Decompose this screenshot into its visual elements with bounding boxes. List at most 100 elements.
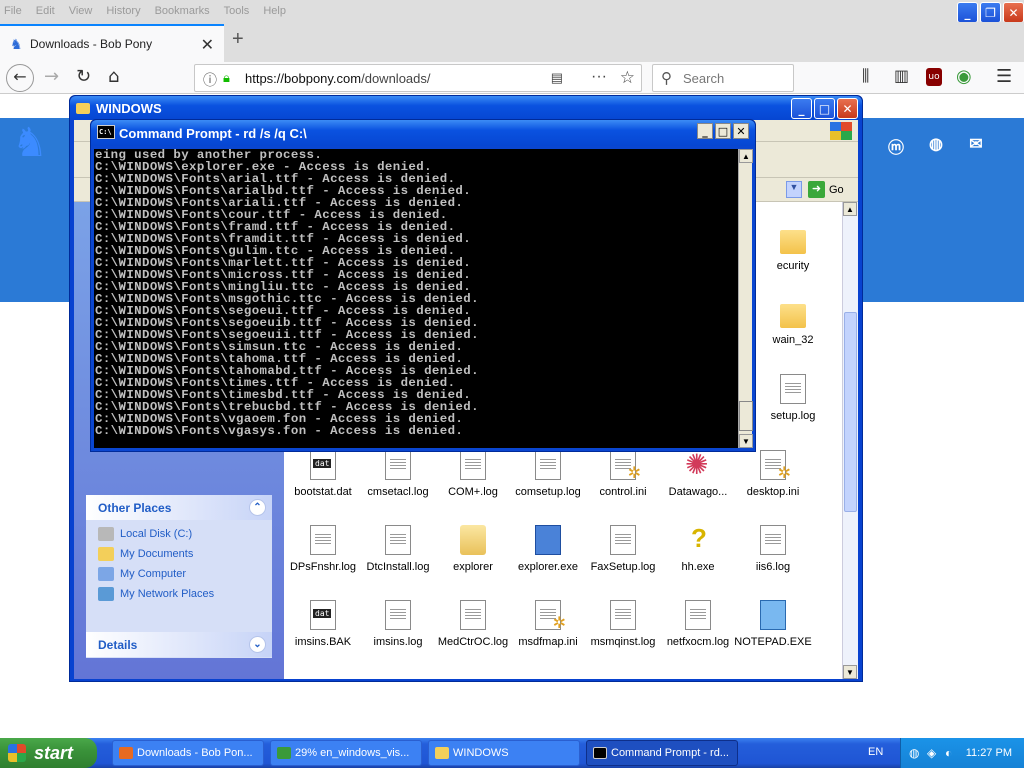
file-item[interactable]: iis6.log bbox=[734, 525, 812, 573]
file-item[interactable]: FaxSetup.log bbox=[584, 525, 662, 573]
search-input[interactable]: ⚲ Search bbox=[652, 64, 794, 92]
forward-icon[interactable]: → bbox=[44, 66, 59, 87]
console-scroll-thumb[interactable] bbox=[739, 401, 753, 431]
file-item[interactable]: explorer.exe bbox=[509, 525, 587, 573]
tab-close-icon[interactable]: ✕ bbox=[201, 35, 214, 55]
file-item[interactable]: msmqinst.log bbox=[584, 600, 662, 648]
scroll-thumb[interactable] bbox=[844, 312, 857, 512]
menu-tools[interactable]: Tools bbox=[224, 5, 250, 17]
go-button[interactable]: ➜ Go bbox=[808, 181, 844, 198]
address-dropdown-icon[interactable]: ▼ bbox=[786, 181, 802, 198]
menu-help[interactable]: Help bbox=[263, 5, 286, 17]
place-my-network[interactable]: My Network Places bbox=[86, 584, 272, 604]
console-scroll-down-icon[interactable]: ▼ bbox=[739, 434, 753, 448]
file-item[interactable]: msdfmap.ini bbox=[509, 600, 587, 648]
place-my-computer[interactable]: My Computer bbox=[86, 564, 272, 584]
file-item[interactable]: ecurity bbox=[754, 226, 832, 272]
file-item[interactable]: cmsetacl.log bbox=[359, 450, 437, 498]
file-item[interactable]: DPsFnshr.log bbox=[284, 525, 362, 573]
menu-file[interactable]: File bbox=[4, 5, 22, 17]
network-tray-icon[interactable]: ◍ bbox=[909, 746, 919, 760]
bookmark-star-icon[interactable]: ☆ bbox=[620, 68, 635, 88]
file-item[interactable]: setup.log bbox=[754, 374, 832, 422]
reader-view-icon[interactable]: ▤ bbox=[551, 70, 563, 86]
task-firefox[interactable]: Downloads - Bob Pon... bbox=[112, 740, 264, 766]
scroll-up-icon[interactable]: ▲ bbox=[843, 202, 857, 216]
library-icon[interactable]: ⫼ bbox=[862, 66, 869, 86]
explorer-titlebar[interactable]: WINDOWS bbox=[70, 96, 862, 120]
file-label: explorer.exe bbox=[518, 561, 578, 573]
other-places-header[interactable]: Other Places ⌃ bbox=[86, 495, 272, 520]
task-explorer[interactable]: WINDOWS bbox=[428, 740, 580, 766]
console-scrollbar[interactable]: ▲ ▼ bbox=[738, 149, 753, 448]
extension-globe-icon[interactable]: ◉ bbox=[956, 66, 972, 87]
file-item[interactable]: imsins.log bbox=[359, 600, 437, 648]
file-item[interactable]: hh.exe bbox=[659, 523, 737, 573]
firefox-menubar: File Edit View History Bookmarks Tools H… bbox=[0, 0, 1024, 23]
console-output[interactable]: eing used by another process. C:\WINDOWS\… bbox=[94, 149, 738, 448]
start-button[interactable]: start bbox=[0, 738, 97, 768]
file-item[interactable]: COM+.log bbox=[434, 450, 512, 498]
new-tab-icon[interactable]: + bbox=[232, 28, 244, 51]
tab-downloads[interactable]: ♞ Downloads - Bob Pony ✕ bbox=[0, 24, 224, 62]
console-scroll-up-icon[interactable]: ▲ bbox=[739, 149, 753, 163]
file-item[interactable]: DtcInstall.log bbox=[359, 525, 437, 573]
sidebar-icon[interactable]: ▥ bbox=[894, 66, 909, 85]
github-icon[interactable]: ◍ bbox=[926, 134, 946, 154]
file-label: imsins.log bbox=[373, 636, 423, 648]
file-item[interactable]: control.ini bbox=[584, 450, 662, 498]
task-label: Command Prompt - rd... bbox=[611, 747, 729, 759]
place-my-documents[interactable]: My Documents bbox=[86, 544, 272, 564]
hamburger-menu-icon[interactable]: ☰ bbox=[996, 66, 1012, 87]
bobpony-logo-icon[interactable]: ♞ bbox=[12, 120, 60, 168]
task-download[interactable]: 29% en_windows_vis... bbox=[270, 740, 422, 766]
file-item[interactable]: desktop.ini bbox=[734, 450, 812, 498]
cmd-titlebar[interactable]: C:\ Command Prompt - rd /s /q C:\ bbox=[91, 120, 755, 146]
volume-tray-icon[interactable]: ◐ bbox=[945, 746, 952, 760]
info-icon[interactable]: ⓘ bbox=[203, 70, 217, 90]
back-icon[interactable]: ← bbox=[6, 64, 34, 92]
collapse-chevron-icon[interactable]: ⌃ bbox=[249, 499, 266, 516]
cmd-maximize-button[interactable]: □ bbox=[715, 123, 731, 139]
place-label: My Computer bbox=[120, 568, 187, 580]
explorer-minimize-button[interactable]: _ bbox=[791, 98, 812, 119]
file-item[interactable]: MedCtrOC.log bbox=[434, 600, 512, 648]
file-item[interactable]: Datawago... bbox=[659, 448, 737, 498]
email-icon[interactable]: ✉ bbox=[966, 134, 986, 154]
minimize-button[interactable]: _ bbox=[957, 2, 978, 23]
close-button[interactable]: ✕ bbox=[1003, 2, 1024, 23]
task-cmd[interactable]: Command Prompt - rd... bbox=[586, 740, 738, 766]
explorer-maximize-button[interactable]: □ bbox=[814, 98, 835, 119]
explorer-close-button[interactable]: ✕ bbox=[837, 98, 858, 119]
cmd-minimize-button[interactable]: _ bbox=[697, 123, 713, 139]
place-local-disk[interactable]: Local Disk (C:) bbox=[86, 524, 272, 544]
menu-history[interactable]: History bbox=[106, 5, 140, 17]
menu-edit[interactable]: Edit bbox=[36, 5, 55, 17]
home-icon[interactable]: ⌂ bbox=[108, 66, 119, 87]
clock[interactable]: 11:27 PM bbox=[966, 747, 1012, 759]
reload-icon[interactable]: ↻ bbox=[76, 66, 91, 87]
restore-button[interactable]: ❐ bbox=[980, 2, 1001, 23]
file-item[interactable]: NOTEPAD.EXE bbox=[734, 600, 812, 648]
page-actions-icon[interactable]: ··· bbox=[591, 68, 607, 86]
file-item[interactable]: explorer bbox=[434, 525, 512, 573]
txt-file-icon bbox=[310, 525, 336, 555]
menu-bookmarks[interactable]: Bookmarks bbox=[155, 5, 210, 17]
cmd-close-button[interactable]: ✕ bbox=[733, 123, 749, 139]
ublock-icon[interactable]: uo bbox=[926, 68, 942, 86]
expand-chevron-icon[interactable]: ⌄ bbox=[249, 636, 266, 653]
file-item[interactable]: imsins.BAK bbox=[284, 600, 362, 648]
language-indicator[interactable]: EN bbox=[868, 746, 883, 758]
security-tray-icon[interactable]: ◈ bbox=[927, 746, 936, 760]
scroll-down-icon[interactable]: ▼ bbox=[843, 665, 857, 679]
file-item[interactable]: netfxocm.log bbox=[659, 600, 737, 648]
address-bar[interactable]: ⓘ 🔒︎ https://bobpony.com/downloads/ ▤ ··… bbox=[194, 64, 642, 92]
file-item[interactable]: comsetup.log bbox=[509, 450, 587, 498]
explorer-scrollbar[interactable]: ▲ ▼ bbox=[842, 202, 858, 679]
details-header[interactable]: Details ⌄ bbox=[86, 632, 272, 657]
mastodon-icon[interactable]: ⓜ bbox=[886, 134, 906, 157]
details-title: Details bbox=[98, 637, 138, 652]
file-item[interactable]: bootstat.dat bbox=[284, 450, 362, 498]
menu-view[interactable]: View bbox=[69, 5, 93, 17]
file-item[interactable]: wain_32 bbox=[754, 300, 832, 346]
